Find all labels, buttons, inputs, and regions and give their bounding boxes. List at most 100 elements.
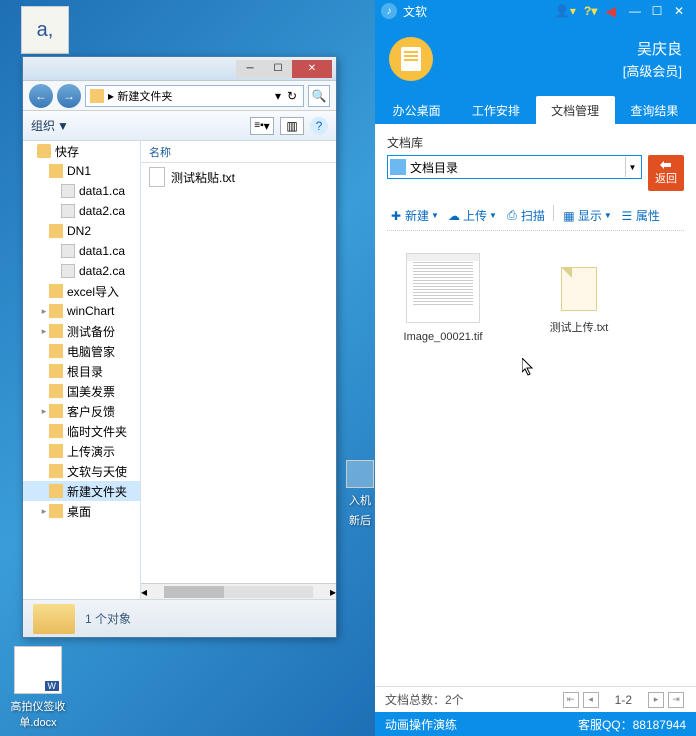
scroll-right-button[interactable]: ▸ [330, 585, 336, 599]
tree-item[interactable]: ▸ 桌面 [23, 501, 140, 521]
tree-item[interactable]: DN2 [23, 221, 140, 241]
expand-icon[interactable]: ▸ [39, 306, 49, 317]
desktop-icon-partial[interactable]: 入机 新后 [345, 460, 375, 528]
explorer-nav-bar: ← → ▸ 新建文件夹 ▾ ↻ 🔍 [23, 81, 336, 111]
dropdown-icon: ▾ [264, 119, 270, 133]
tree-item[interactable]: DN1 [23, 161, 140, 181]
file-icon [61, 264, 75, 278]
tree-label: DN1 [67, 164, 91, 178]
last-page-button[interactable]: ⇥ [668, 692, 684, 708]
maximize-button[interactable]: ☐ [646, 2, 668, 20]
search-button[interactable]: 🔍 [308, 85, 330, 107]
scroll-thumb[interactable] [164, 586, 224, 598]
word-doc-icon: a, [21, 6, 69, 54]
tree-item[interactable]: 国美发票 [23, 381, 140, 401]
expand-icon[interactable]: ▸ [39, 506, 49, 517]
tree-item[interactable]: 快存 [23, 141, 140, 161]
desktop-icon-docx[interactable]: W 高拍仪签收单.docx [8, 646, 68, 730]
folder-icon [49, 224, 63, 238]
file-card[interactable]: 测试上传.txt [531, 253, 627, 343]
tab-3[interactable]: 查询结果 [615, 96, 694, 124]
new-button[interactable]: ✚ 新建 ▼ [387, 205, 441, 226]
preview-pane-toggle[interactable]: ▥ [280, 117, 304, 135]
properties-button[interactable]: ☰ 属性 [618, 205, 662, 226]
tree-item[interactable]: 文软与天使 [23, 461, 140, 481]
first-page-button[interactable]: ⇤ [563, 692, 579, 708]
tree-item[interactable]: ▸测试备份 [23, 321, 140, 341]
tree-item[interactable]: ▸winChart [23, 301, 140, 321]
app-titlebar[interactable]: ♪ 文软 👤▾ ?▾ ◀ — ☐ ✕ [375, 0, 696, 22]
desktop-icon-word[interactable]: a, [15, 6, 75, 54]
tab-2[interactable]: 文档管理 [536, 96, 615, 124]
column-header-name[interactable]: 名称 [141, 141, 336, 163]
sound-icon[interactable]: ◀ [605, 3, 616, 20]
doc-folder-combo[interactable]: 文档目录 ▼ [387, 155, 642, 179]
text-file-icon [149, 167, 165, 187]
tree-item[interactable]: 上传演示 [23, 441, 140, 461]
help-icon[interactable]: ?▾ [584, 4, 597, 18]
folder-icon [49, 464, 63, 478]
folder-icon [49, 504, 63, 518]
tree-item[interactable]: 临时文件夹 [23, 421, 140, 441]
minimize-button[interactable]: — [624, 2, 646, 20]
user-info: 吴庆良 [高级会员] [623, 38, 682, 80]
address-bar[interactable]: ▸ 新建文件夹 ▾ ↻ [85, 85, 304, 107]
app-title: 文软 [403, 3, 427, 20]
tree-item[interactable]: 根目录 [23, 361, 140, 381]
folder-large-icon [33, 604, 75, 634]
explorer-toolbar: 组织 ▼ ≡▪ ▾ ▥ ? [23, 111, 336, 141]
file-list-pane[interactable]: 名称 测试粘贴.txt ◂ ▸ [141, 141, 336, 599]
address-dropdown[interactable]: ▾ [271, 89, 285, 103]
footer-right-text[interactable]: 客服QQ：88187944 [578, 716, 686, 733]
scroll-track[interactable] [164, 586, 313, 598]
tree-item[interactable]: 电脑管家 [23, 341, 140, 361]
scroll-left-button[interactable]: ◂ [141, 585, 147, 599]
tree-label: 临时文件夹 [67, 423, 127, 440]
minimize-button[interactable]: ─ [236, 60, 264, 78]
folder-tree[interactable]: 快存DN1data1.cadata2.caDN2data1.cadata2.ca… [23, 141, 141, 599]
refresh-button[interactable]: ↻ [285, 89, 299, 103]
close-button[interactable]: ✕ [668, 2, 690, 20]
tree-item[interactable]: data1.ca [23, 241, 140, 261]
footer-left-text[interactable]: 动画操作演练 [385, 716, 457, 733]
page-range: 1-2 [615, 693, 632, 707]
file-card[interactable]: Image_00021.tif [395, 253, 491, 343]
explorer-window: ─ ☐ ✕ ← → ▸ 新建文件夹 ▾ ↻ 🔍 组织 ▼ ≡▪ ▾ ▥ ? 快存… [22, 56, 337, 638]
prev-page-button[interactable]: ◂ [583, 692, 599, 708]
tree-label: 桌面 [67, 503, 91, 520]
return-button[interactable]: 返回 [648, 155, 684, 191]
next-page-button[interactable]: ▸ [648, 692, 664, 708]
document-module-icon [389, 37, 433, 81]
tree-item[interactable]: excel导入 [23, 281, 140, 301]
view-options[interactable]: ≡▪ ▾ [250, 117, 274, 135]
file-item[interactable]: 测试粘贴.txt [141, 163, 336, 191]
back-button[interactable]: ← [29, 84, 53, 108]
return-label: 返回 [655, 170, 677, 186]
tree-item[interactable]: data2.ca [23, 261, 140, 281]
tree-item[interactable]: data1.ca [23, 181, 140, 201]
close-button[interactable]: ✕ [292, 60, 332, 78]
tree-label: DN2 [67, 224, 91, 238]
scan-label: 扫描 [521, 207, 545, 224]
tree-item[interactable]: ▸客户反馈 [23, 401, 140, 421]
view-button[interactable]: ▦ 显示 ▼ [560, 205, 614, 226]
explorer-titlebar[interactable]: ─ ☐ ✕ [23, 57, 336, 81]
horizontal-scrollbar[interactable]: ◂ ▸ [141, 583, 336, 599]
tab-1[interactable]: 工作安排 [456, 96, 535, 124]
tab-0[interactable]: 办公桌面 [377, 96, 456, 124]
expand-icon[interactable]: ▸ [39, 326, 49, 337]
tree-item[interactable]: 新建文件夹 [23, 481, 140, 501]
forward-button[interactable]: → [57, 84, 81, 108]
tree-item[interactable]: data2.ca [23, 201, 140, 221]
maximize-button[interactable]: ☐ [264, 60, 292, 78]
organize-menu[interactable]: 组织 ▼ [31, 117, 69, 134]
user-icon[interactable]: 👤▾ [555, 4, 576, 18]
scan-icon: ⎙ [505, 209, 519, 223]
expand-icon[interactable]: ▸ [39, 406, 49, 417]
upload-button[interactable]: ☁ 上传 ▼ [445, 205, 499, 226]
scan-button[interactable]: ⎙ 扫描 [503, 205, 547, 226]
folder-icon [49, 304, 63, 318]
dropdown-icon[interactable]: ▼ [625, 157, 639, 177]
titlebar-icons: 👤▾ ?▾ ◀ [555, 3, 616, 20]
help-button[interactable]: ? [310, 117, 328, 135]
